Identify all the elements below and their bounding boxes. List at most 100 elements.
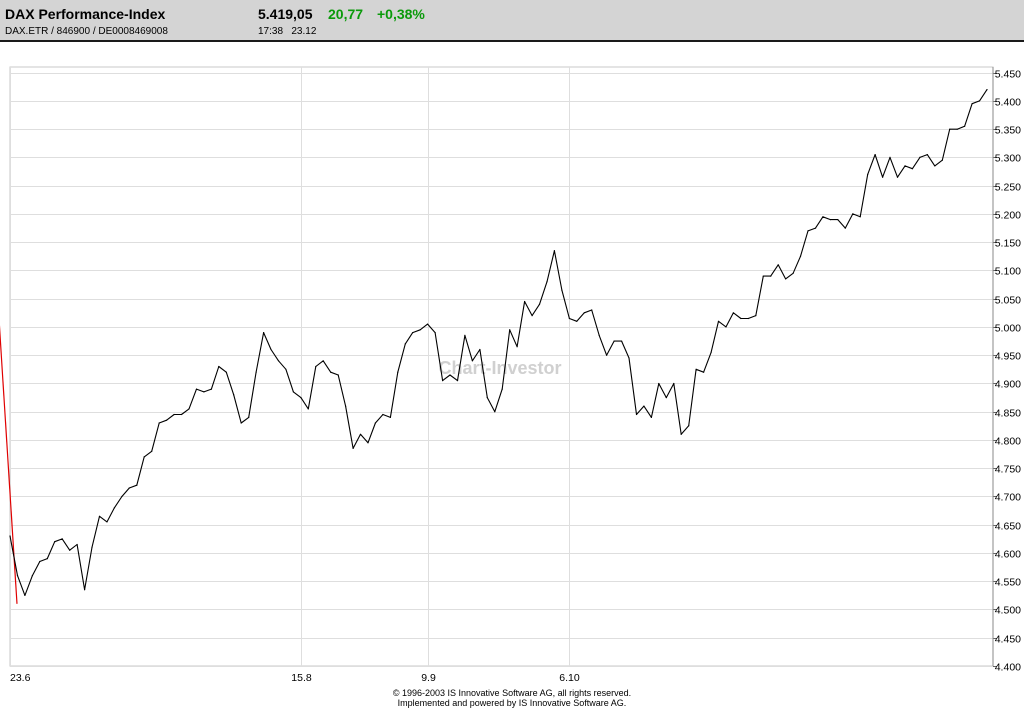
copyright-notice: © 1996-2003 IS Innovative Software AG, a… [392,688,632,698]
data-point [658,382,660,385]
data-point [16,575,19,577]
data-point [419,329,421,331]
data-point [91,546,93,548]
data-point [643,405,645,407]
data-point [471,360,473,362]
data-point [770,275,772,277]
y-tick-label: 5.400 [995,97,1021,109]
data-point [367,442,369,444]
y-tick-label: 4.600 [995,549,1021,561]
data-point [785,278,787,280]
data-point [628,357,630,359]
data-point [486,397,488,399]
y-tick-label: 5.050 [995,295,1021,307]
x-tick-label: 9.9 [421,672,436,684]
trendline-group [0,325,18,604]
data-point [359,433,362,435]
data-point [546,281,548,283]
data-point [762,275,764,277]
data-point [9,535,11,537]
data-point [874,154,876,156]
data-point [621,340,623,342]
data-point [113,507,115,509]
y-tick-label: 4.650 [995,521,1021,533]
data-point [829,219,832,221]
x-tick-label: 23.6 [10,672,31,684]
data-point [188,408,190,410]
data-point [531,315,533,317]
data-point [591,309,593,311]
data-point [576,320,578,322]
data-point [919,156,921,158]
data-point [501,388,503,390]
data-point [456,380,459,382]
data-point [747,317,749,320]
data-point [479,348,481,351]
data-point [434,332,436,334]
y-tick-label: 5.150 [995,238,1021,250]
data-point [300,397,302,399]
data-point [509,329,511,331]
data-point [606,354,608,356]
data-point [121,495,123,498]
data-point [307,408,309,410]
data-point [240,422,242,424]
watermark: Chart-Investor [438,358,561,378]
y-tick-label: 5.000 [995,323,1021,335]
y-tick-label: 4.850 [995,408,1021,420]
data-point [128,487,130,489]
data-point [882,176,884,178]
data-point [69,549,71,551]
data-point [218,365,220,368]
data-point [210,388,212,390]
data-point [695,368,697,370]
data-point [673,382,675,385]
series-group [9,89,988,597]
data-point [777,264,779,266]
data-point [173,413,175,416]
data-point [151,450,153,452]
data-point [248,416,250,418]
price-chart: 4.400 4.450 4.500 4.550 4.600 4.650 4.700 4.750… [0,66,1021,684]
data-point [54,541,56,543]
data-point [46,558,48,560]
y-tick-label: 4.900 [995,379,1021,391]
data-point [934,165,936,167]
data-point [688,425,690,427]
data-point [389,416,391,418]
data-point [911,168,914,170]
data-point [725,326,727,328]
data-point [635,413,638,416]
data-point [494,411,496,413]
data-point [680,433,682,435]
data-point [195,388,198,390]
data-point [464,334,466,336]
data-point [84,589,86,591]
y-tick-label: 4.500 [995,605,1021,617]
y-tick-label: 5.350 [995,125,1021,137]
data-point [896,176,899,178]
data-point [538,303,541,305]
data-point [255,371,257,373]
data-point [740,317,742,320]
y-tick-label: 5.450 [995,69,1021,81]
data-point [799,255,802,257]
data-point [807,230,809,232]
data-point [703,371,705,373]
data-point [374,422,376,424]
data-point [852,213,854,215]
data-point [76,543,78,546]
data-point [404,343,406,345]
y-tick-label: 4.800 [995,436,1021,448]
data-point [844,227,846,229]
data-point [792,272,794,274]
data-point [755,315,757,317]
data-point [956,128,958,130]
data-point [449,374,451,376]
data-point [568,317,571,320]
data-point [330,371,332,373]
data-point [98,515,101,517]
trendline [0,325,18,604]
data-point [61,538,63,540]
data-point [949,128,951,130]
